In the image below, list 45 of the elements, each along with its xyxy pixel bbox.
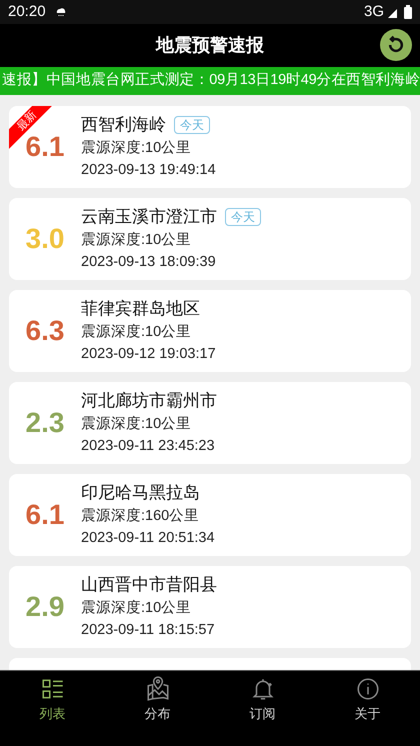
location-name: 菲律宾群岛地区 [81,298,200,320]
today-tag: 今天 [174,116,210,134]
news-ticker: 速报】中国地震台网正式测定：09月13日19时49分在西智利海岭 [0,67,420,95]
network-type: 3G [364,2,384,22]
magnitude: 2.3 [24,406,66,440]
depth-text: 震源深度:10公里 [81,414,192,434]
location-name: 云南玉溪市澄江市 [81,206,217,228]
time-text: 2023-09-13 19:49:14 [81,161,216,180]
depth-text: 震源深度:10公里 [81,230,192,250]
battery-icon [404,5,412,19]
location-name: 印尼哈马黑拉岛 [81,482,200,504]
time-text: 2023-09-11 23:45:23 [81,437,216,456]
magnitude: 3.0 [24,222,66,256]
refresh-button[interactable] [380,29,412,61]
depth-text: 震源深度:10公里 [81,598,192,618]
magnitude: 6.3 [24,314,66,348]
magnitude: 6.1 [24,131,66,164]
today-tag: 今天 [225,208,261,226]
time-text: 2023-09-11 18:15:57 [81,621,216,640]
depth-text: 震源深度:160公里 [81,506,200,526]
earthquake-card[interactable]: 6.3 菲律宾群岛地区 震源深度:10公里 2023-09-12 19:03:17 [9,290,411,372]
map-pin-icon [144,676,170,702]
location-name: 西智利海岭 [81,114,166,136]
location-name: 山西晋中市昔阳县 [81,574,217,596]
location-name: 河北廊坊市霸州市 [81,390,217,412]
info-icon [354,676,380,702]
earthquake-card[interactable]: 最新 6.1 西智利海岭 今天 震源深度:10公里 2023-09-13 19:49:14 [9,106,411,188]
earthquake-card[interactable]: 2.3 河北廊坊市霸州市 震源深度:10公里 2023-09-11 23:45:23 [9,382,411,464]
clock-time: 20:20 [8,2,46,22]
magnitude: 2.9 [24,590,66,624]
earthquake-card[interactable]: 6.1 印尼哈马黑拉岛 震源深度:160公里 2023-09-11 20:51:34 [9,474,411,556]
app-title: 地震预警速报 [156,34,264,57]
nav-tab[interactable]: 关于 [315,671,420,746]
time-text: 2023-09-11 20:51:34 [81,529,215,548]
earthquake-card[interactable]: 2.9 山西晋中市昔阳县 震源深度:10公里 2023-09-11 18:15:57 [9,566,411,648]
nav-tab[interactable]: 列表 [0,671,105,746]
refresh-icon [386,35,406,55]
time-text: 2023-09-13 18:09:39 [81,253,217,272]
depth-text: 震源深度:10公里 [81,138,192,158]
earthquake-card[interactable]: 3.0 云南玉溪市澄江市 今天 震源深度:10公里 2023-09-13 18:09:39 [9,198,411,280]
depth-text: 震源深度:10公里 [81,322,192,342]
magnitude: 6.1 [24,498,66,532]
nav-tab[interactable]: 订阅 [210,671,315,746]
time-text: 2023-09-12 19:03:17 [81,345,216,364]
nav-tab[interactable]: 分布 [105,671,210,746]
